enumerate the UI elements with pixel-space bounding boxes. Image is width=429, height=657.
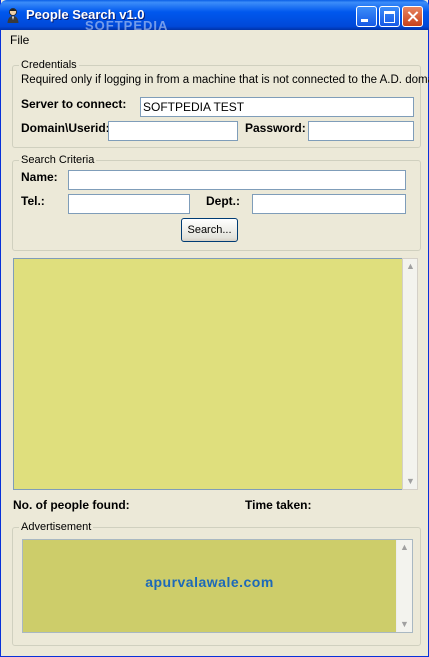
password-input[interactable] [308, 121, 414, 141]
search-criteria-legend: Search Criteria [21, 154, 95, 166]
time-taken-label: Time taken: [245, 498, 312, 512]
tel-input[interactable] [68, 194, 190, 214]
advertisement-scrollbar[interactable]: ▲ ▼ [396, 540, 412, 632]
search-button[interactable]: Search... [181, 218, 238, 242]
results-scrollbar[interactable]: ▲ ▼ [402, 258, 418, 490]
domain-userid-label: Domain\Userid: [21, 121, 110, 135]
password-label: Password: [245, 121, 306, 135]
ad-scroll-down-arrow-icon[interactable]: ▼ [397, 617, 412, 632]
advertisement-link[interactable]: apurvalawale.com [23, 574, 396, 590]
ad-scroll-up-arrow-icon[interactable]: ▲ [397, 540, 412, 555]
app-window: People Search v1.0 SOFTPEDIA File Creden… [0, 0, 429, 657]
menu-file[interactable]: File [10, 33, 29, 47]
scroll-up-arrow-icon[interactable]: ▲ [403, 259, 418, 274]
tel-label: Tel.: [21, 194, 45, 208]
name-label: Name: [21, 170, 58, 184]
domain-userid-input[interactable] [108, 121, 238, 141]
credentials-note: Required only if logging in from a machi… [21, 74, 429, 86]
dept-input[interactable] [252, 194, 406, 214]
maximize-button[interactable] [379, 6, 400, 27]
advertisement-legend: Advertisement [21, 521, 92, 533]
scroll-down-arrow-icon[interactable]: ▼ [403, 474, 418, 489]
app-person-icon [7, 8, 19, 23]
advertisement-panel[interactable]: apurvalawale.com ▲ ▼ [22, 539, 413, 633]
title-bar[interactable]: People Search v1.0 SOFTPEDIA [0, 0, 429, 33]
menu-bar: File [1, 30, 428, 48]
results-list[interactable]: ▲ ▼ [13, 258, 418, 490]
people-found-label: No. of people found: [13, 498, 130, 512]
minimize-button[interactable] [356, 6, 377, 27]
server-label: Server to connect: [21, 97, 127, 111]
credentials-legend: Credentials [21, 59, 77, 71]
server-input[interactable] [140, 97, 414, 117]
name-input[interactable] [68, 170, 406, 190]
dept-label: Dept.: [206, 194, 240, 208]
close-button[interactable] [402, 6, 423, 27]
